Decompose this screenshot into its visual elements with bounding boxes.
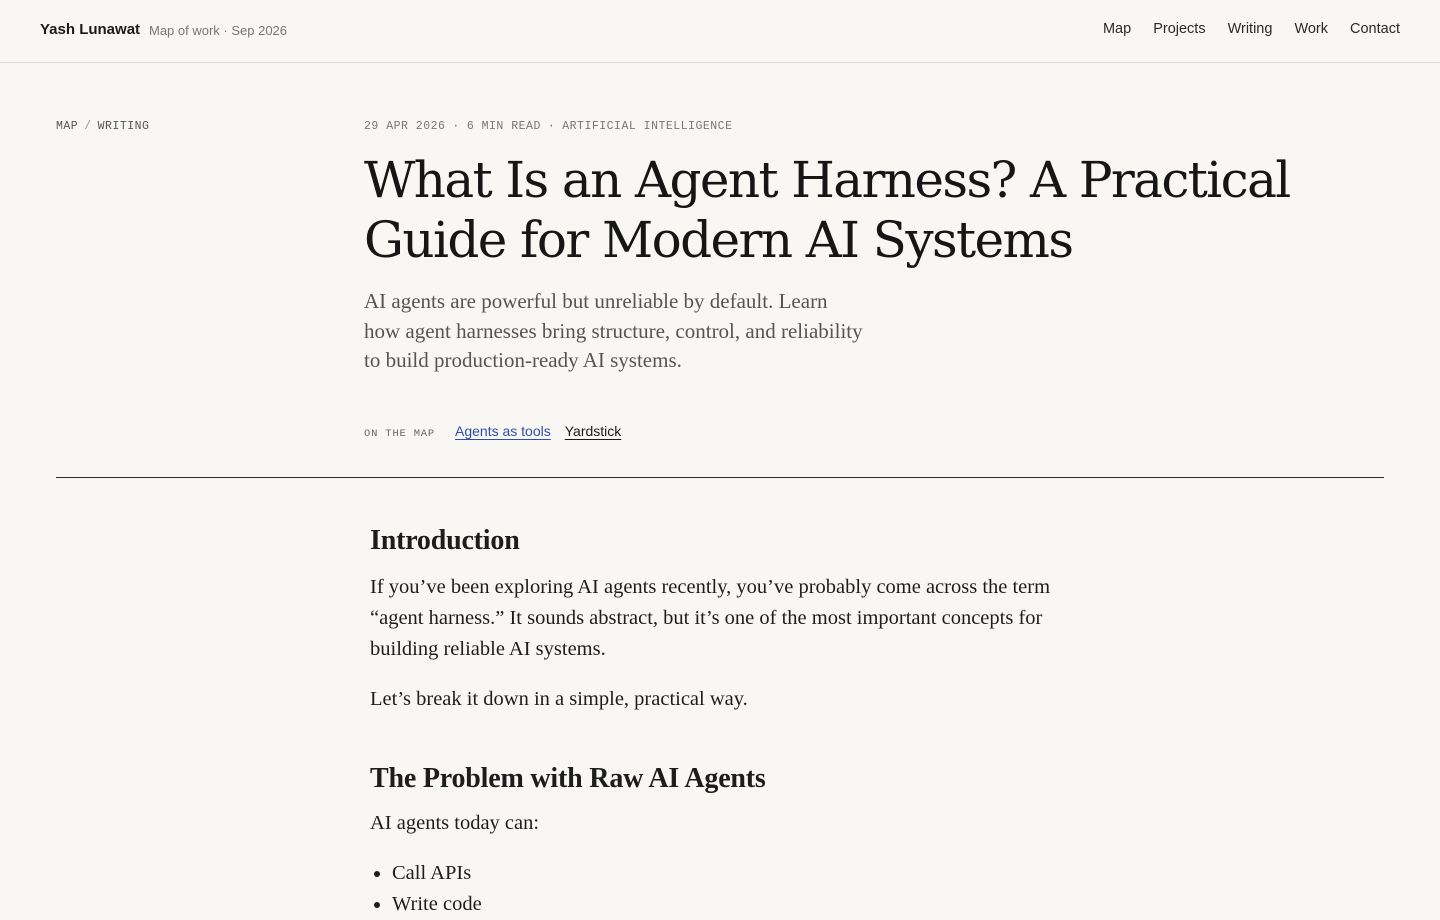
article-dek: AI agents are powerful but unreliable by…: [364, 289, 863, 372]
map-link-yardstick[interactable]: Yardstick: [565, 423, 622, 439]
on-the-map: On the map Agents as tools Yardstick: [364, 423, 621, 440]
header-divider: [56, 477, 1384, 478]
breadcrumb-writing[interactable]: Writing: [98, 120, 150, 133]
breadcrumb-separator: /: [84, 120, 92, 133]
paragraph: AI agents today can:: [370, 812, 540, 834]
list-item: Call APIs: [392, 858, 1090, 889]
nav-work[interactable]: Work: [1294, 21, 1328, 37]
section-heading-problem: The Problem with Raw AI Agents: [370, 763, 766, 794]
list-item: Write code: [392, 889, 1090, 920]
capability-list: Call APIs Write code: [370, 858, 1090, 920]
nav-writing[interactable]: Writing: [1228, 21, 1273, 37]
nav-projects[interactable]: Projects: [1153, 21, 1205, 37]
site-header: Yash Lunawat Map of work · Sep 2026 Map …: [0, 0, 1440, 63]
article-title: What Is an Agent Harness? A Practical Gu…: [364, 151, 1291, 269]
paragraph: Let’s break it down in a simple, practic…: [370, 688, 748, 710]
nav-map[interactable]: Map: [1103, 21, 1131, 37]
meta-separator: ·: [452, 120, 460, 133]
article-category: Artificial Intelligence: [562, 120, 733, 133]
article-read-time: 6 min read: [466, 120, 541, 133]
article-date: 29 Apr 2026: [364, 120, 446, 133]
on-the-map-label: On the map: [364, 428, 436, 440]
article-meta: 29 Apr 2026 · 6 min read · Artificial Intell…: [364, 120, 732, 133]
site-subtitle: Map of work · Sep 2026: [149, 23, 288, 38]
section-heading-introduction: Introduction: [370, 525, 520, 556]
breadcrumb: Map / Writing: [56, 120, 149, 133]
breadcrumb-map[interactable]: Map: [56, 120, 78, 133]
article-body: Introduction If you’ve been exploring AI…: [370, 520, 1090, 920]
paragraph: If you’ve been exploring AI agents recen…: [370, 576, 1051, 660]
brand-link[interactable]: Yash Lunawat: [40, 21, 140, 38]
map-link-agents-as-tools[interactable]: Agents as tools: [455, 423, 551, 439]
main-nav: Map Projects Writing Work Contact: [1103, 21, 1400, 37]
nav-contact[interactable]: Contact: [1350, 21, 1400, 37]
meta-separator: ·: [547, 120, 556, 133]
